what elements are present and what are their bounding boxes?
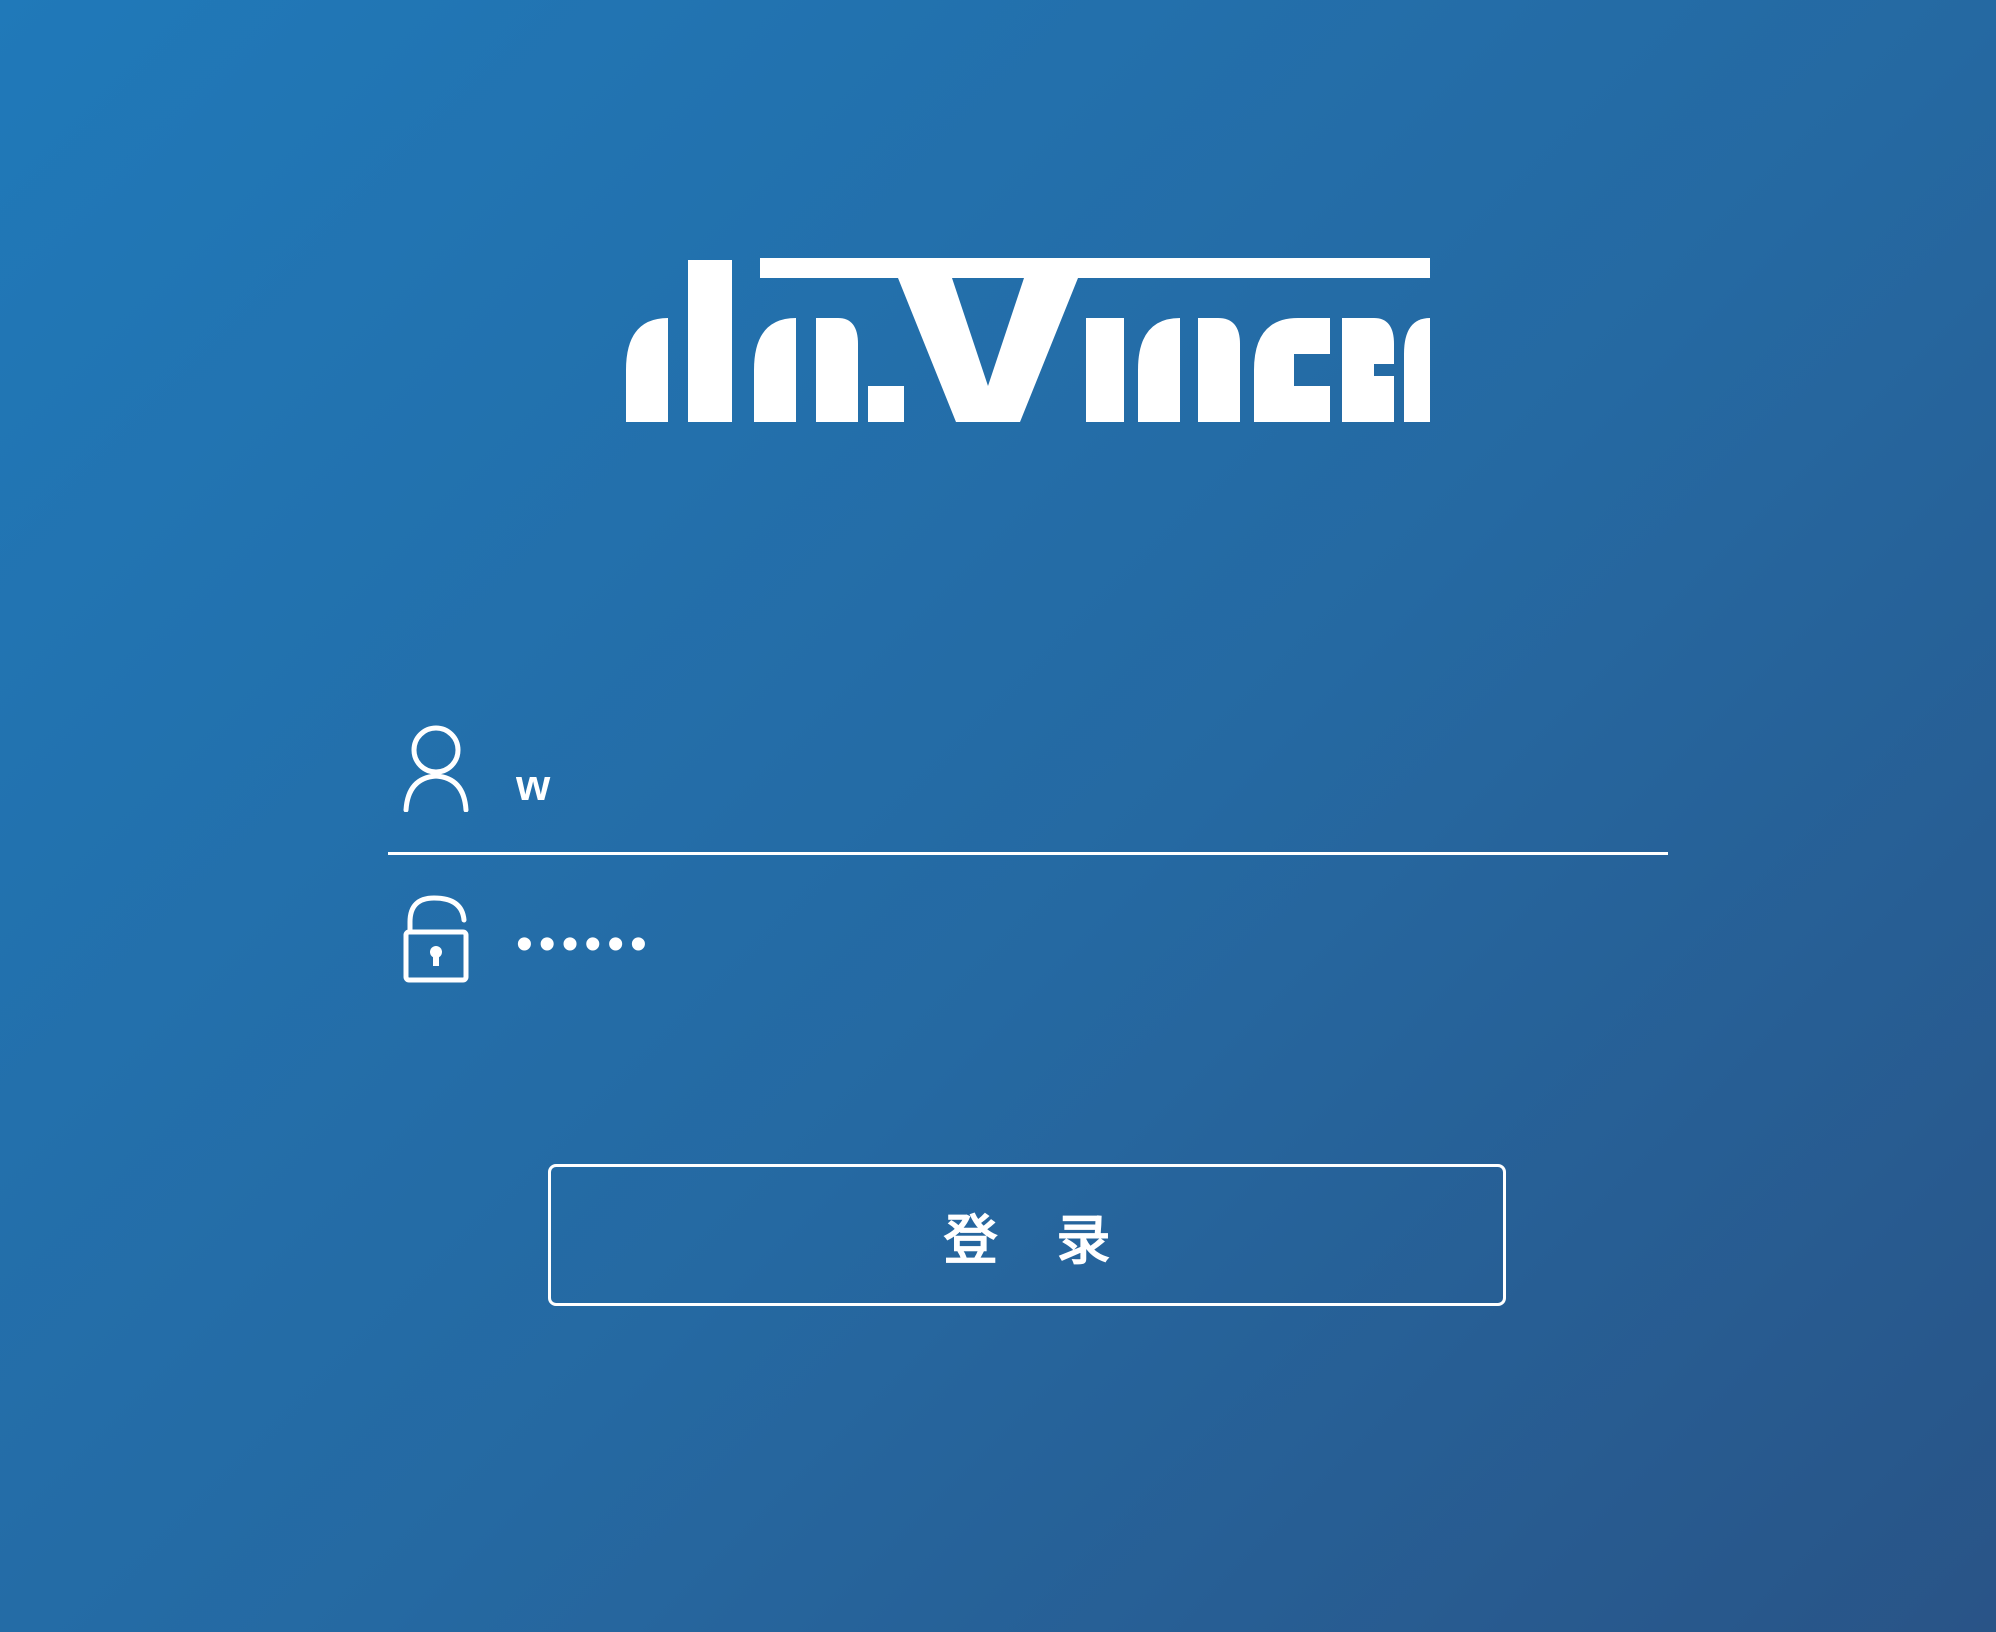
password-field [388, 894, 1668, 1006]
unlock-icon [402, 894, 470, 984]
username-input[interactable] [516, 736, 1616, 836]
username-field [388, 716, 1668, 855]
user-icon [402, 722, 470, 812]
login-button[interactable]: 登 录 [548, 1164, 1506, 1306]
logo-artwork [626, 258, 1430, 422]
password-input[interactable] [516, 894, 1616, 994]
brand-logo [626, 258, 1430, 422]
